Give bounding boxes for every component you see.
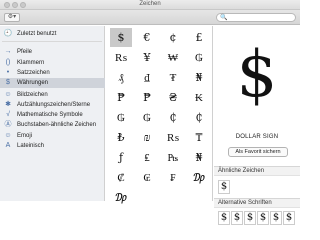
character-cell[interactable]: ₩ [162,48,184,67]
character-cell[interactable]: ₢ [136,168,158,187]
character-cell[interactable]: ₦ [188,68,210,87]
character-cell[interactable]: ₭ [188,88,210,107]
sidebar-item[interactable]: → Pfeile [0,47,105,57]
character-cell[interactable]: ₵ [188,108,210,127]
arrow-icon: → [4,48,12,55]
sidebar-item-label: Aufzählungszeichen/Sterne [17,102,91,108]
sidebar-item[interactable]: Ⓐ Buchstaben-ähnliche Zeichen [0,120,105,130]
character-cell[interactable]: ₣ [162,168,184,187]
search-field[interactable]: 🔍 [216,13,296,22]
sidebar-item[interactable]: ☺ Emoji [0,131,105,141]
sidebar-item[interactable]: ☺ Bildzeichen [0,90,105,100]
sidebar-item-label: Pfeile [17,49,33,55]
sidebar-item-label: Währungen [17,80,49,86]
sidebar-item-label: Buchstaben-ähnliche Zeichen [17,122,97,128]
character-cell[interactable]: ₫ [136,68,158,87]
sidebar-item-label: Emoji [17,133,33,139]
sidebar-item-label: Zuletzt benutzt [17,31,57,37]
math-icon: √ [6,111,10,118]
character-cell[interactable]: ₪ [136,128,158,147]
character-cell[interactable]: € [136,28,158,47]
alternative-font-character[interactable]: $ [270,211,282,225]
sidebar-item-label: Lateinisch [17,143,45,149]
search-icon: 🔍 [220,15,228,21]
parentheses-icon: () [5,59,11,66]
character-cell[interactable]: ₰ [110,68,132,87]
character-cell[interactable]: ₸ [188,128,210,147]
latin-icon: A [5,142,11,149]
sidebar-item[interactable]: A Lateinisch [0,141,105,151]
emoji-icon: ☺ [4,132,12,139]
sidebar-item[interactable]: • Satzzeichen [0,68,105,78]
character-cell[interactable]: ₲ [110,108,132,127]
bullet-icon: • [6,69,10,76]
add-favorite-button[interactable]: Als Favorit sichern [228,147,288,157]
character-cell[interactable]: ₡ [110,168,132,187]
sidebar-divider [2,41,102,42]
character-cell[interactable]: ₲ [188,48,210,67]
clock-icon: 🕘 [3,30,13,37]
alternative-font-character[interactable]: $ [244,211,256,225]
pictograph-icon: ☺ [4,91,12,98]
character-cell[interactable]: ¢ [162,28,184,47]
alternative-font-character[interactable]: $ [231,211,243,225]
character-cell[interactable]: ₯ [110,188,132,207]
character-detail-panel: $ DOLLAR SIGN Als Favorit sichern Ähnlic… [214,26,300,225]
sidebar-item[interactable]: $ Währungen [0,78,105,88]
character-name: DOLLAR SIGN [235,134,279,140]
character-cell[interactable]: £ [188,28,210,47]
window-title: Zeichen [139,1,161,7]
sidebar-item[interactable]: () Klammern [0,58,105,68]
alternative-font-character[interactable]: $ [218,211,230,225]
character-cell[interactable]: ₺ [110,128,132,147]
sidebar-item[interactable]: √ Mathematische Symbole [0,110,105,120]
sidebar-item-label: Mathematische Symbole [17,112,83,118]
sidebar-item[interactable]: ✱ Aufzählungszeichen/Sterne [0,100,105,110]
character-cell[interactable]: ₤ [136,148,158,167]
selected-character-preview: $ [236,38,278,112]
toolbar: ⚙▾ 🔍 [0,10,300,25]
character-cell[interactable]: ¥ [136,48,158,67]
sidebar-item-label: Bildzeichen [17,92,48,98]
letterlike-icon: Ⓐ [4,121,12,128]
alternative-font-character[interactable]: $ [283,211,295,225]
sidebar-item-label: Klammern [17,60,45,66]
character-cell[interactable]: ƒ [110,148,132,167]
character-cell[interactable]: ₴ [162,88,184,107]
gear-menu-button[interactable]: ⚙▾ [4,13,20,22]
dollar-icon: $ [6,79,10,86]
title-bar: Zeichen [0,0,300,10]
category-sidebar: 🕘 Zuletzt benutzt → Pfeile () Klammern • Satzze… [0,26,105,201]
similar-characters-heading[interactable]: Ähnliche Zeichen [214,166,300,176]
similar-character[interactable]: $ [218,180,230,194]
character-cell[interactable]: ₮ [162,68,184,87]
character-cell[interactable]: ₯ [188,168,210,187]
character-cell[interactable]: ₦ [188,148,210,167]
character-cell[interactable]: ₧ [162,148,184,167]
sidebar-item[interactable]: 🕘 Zuletzt benutzt [0,29,105,39]
character-cell[interactable]: ₱ [136,88,158,107]
character-grid: $ € ¢ £ ₨ ¥ ₩ ₲ ₰ ₫ ₮ ₦ ₱ ₱ ₴ ₭ ₲ ₲ ₵ ₵ ₺ ₪ ₨ ₸ ƒ ₤ ₧ ₦ ₡ ₢ ₣ ₯ ₯ [106,26,213,204]
alternative-fonts-heading[interactable]: Alternative Schriften [214,198,300,208]
sidebar-item-label: Satzzeichen [17,70,50,76]
character-cell[interactable]: ₲ [136,108,158,127]
star-icon: ✱ [5,101,11,108]
alternative-font-character[interactable]: $ [257,211,269,225]
character-cell[interactable]: ₱ [110,88,132,107]
character-cell[interactable]: ₨ [110,48,132,67]
character-cell[interactable]: $ [110,28,132,47]
character-cell[interactable]: ₨ [162,128,184,147]
character-cell[interactable]: ₵ [162,108,184,127]
